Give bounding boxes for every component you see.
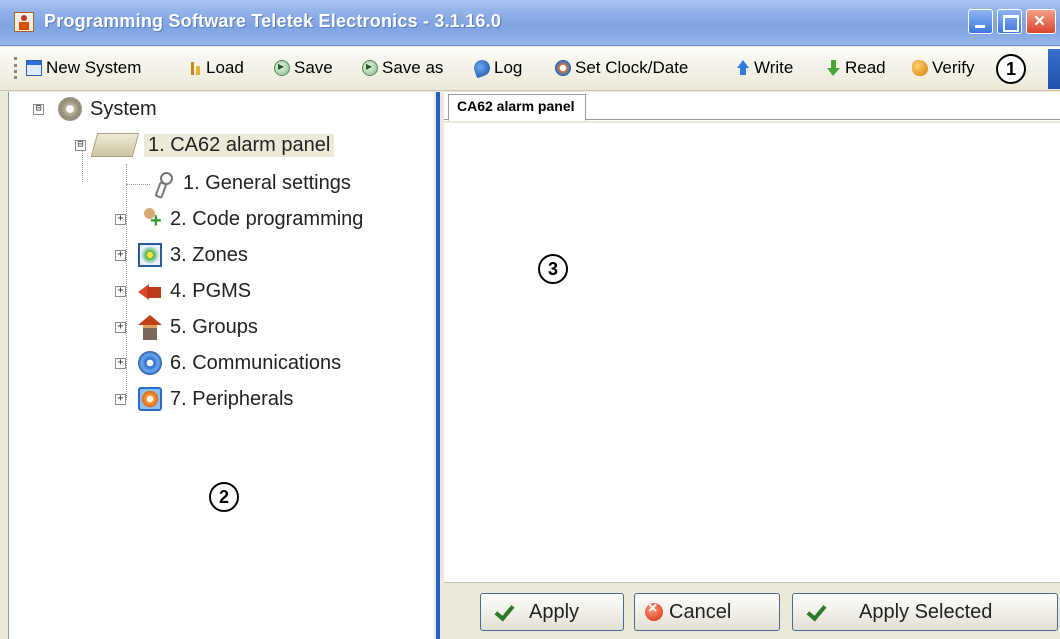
peripherals-icon <box>138 387 162 411</box>
key-icon <box>151 171 175 195</box>
collapse-toggle[interactable]: ⊟ <box>33 103 44 115</box>
content-panel: CA62 alarm panel 3 <box>444 92 1060 582</box>
log-button[interactable]: Log <box>471 57 523 79</box>
app-logo-icon <box>14 12 34 32</box>
verify-icon <box>912 60 928 76</box>
app-window: Programming Software Teletek Electronics… <box>0 0 1060 639</box>
tab-strip: CA62 alarm panel <box>444 92 1060 121</box>
read-arrow-down-icon <box>825 60 841 76</box>
read-button[interactable]: Read <box>825 57 886 79</box>
expand-toggle[interactable]: + <box>115 249 126 261</box>
cancel-button[interactable]: Cancel <box>634 593 780 631</box>
tree-item-pgms[interactable]: + 4. PGMS <box>115 276 251 306</box>
save-as-label: Save as <box>382 58 444 77</box>
tree-item-label: 5. Groups <box>170 315 258 338</box>
expand-toggle[interactable]: + <box>115 213 126 225</box>
toolbar-overflow-chevron-icon[interactable] <box>1048 49 1060 89</box>
zones-icon <box>138 243 162 267</box>
maximize-button[interactable] <box>997 9 1022 34</box>
write-arrow-up-icon <box>734 60 750 76</box>
tree-item-code-programming[interactable]: + 2. Code programming <box>115 204 363 234</box>
verify-button[interactable]: Verify <box>912 57 975 79</box>
expand-toggle[interactable]: + <box>115 357 126 369</box>
tree-item-ca62-alarm-panel[interactable]: ⊟ 1. CA62 alarm panel <box>75 130 335 160</box>
save-icon <box>274 59 290 76</box>
callout-marker-tree: 2 <box>209 482 239 512</box>
cancel-label: Cancel <box>669 600 732 623</box>
action-button-bar: Apply Cancel Apply Selected <box>444 582 1060 639</box>
callout-marker-content: 3 <box>538 254 568 284</box>
new-system-button[interactable]: New System <box>26 57 141 79</box>
navigation-tree: ⊟ System ⊟ 1. CA62 alarm panel 1. Genera… <box>8 92 434 639</box>
gear-icon <box>58 97 82 121</box>
load-icon <box>190 60 202 76</box>
apply-button[interactable]: Apply <box>480 593 624 631</box>
main-toolbar: New System Load Save Save as Log Set Clo… <box>0 47 1060 91</box>
write-button[interactable]: Write <box>734 57 793 79</box>
expand-toggle[interactable]: + <box>115 285 126 297</box>
read-label: Read <box>845 58 886 77</box>
save-as-icon <box>362 59 378 76</box>
tree-guide-line <box>126 184 150 185</box>
close-button[interactable]: × <box>1026 9 1056 34</box>
minimize-button[interactable] <box>968 9 993 34</box>
tree-item-zones[interactable]: + 3. Zones <box>115 240 248 270</box>
apply-selected-button[interactable]: Apply Selected <box>792 593 1058 631</box>
apply-label: Apply <box>529 600 580 623</box>
save-button[interactable]: Save <box>274 57 333 79</box>
set-clock-date-label: Set Clock/Date <box>575 58 689 77</box>
expand-toggle[interactable]: + <box>115 321 126 333</box>
user-add-icon <box>138 207 162 231</box>
window-title: Programming Software Teletek Electronics… <box>44 11 502 31</box>
callout-marker-toolbar: 1 <box>996 54 1026 84</box>
toolbar-grip[interactable] <box>14 57 17 79</box>
tab-ca62-alarm-panel[interactable]: CA62 alarm panel <box>448 94 586 121</box>
title-bar[interactable]: Programming Software Teletek Electronics… <box>0 0 1060 46</box>
save-label: Save <box>294 58 333 77</box>
checkmark-icon <box>493 602 515 622</box>
tree-item-label: 3. Zones <box>170 243 248 266</box>
tree-item-label: 1. CA62 alarm panel <box>144 133 335 157</box>
checkmark-icon <box>805 602 827 622</box>
tree-item-label: 4. PGMS <box>170 279 252 302</box>
tree-item-label: System <box>90 97 157 120</box>
load-label: Load <box>206 58 244 77</box>
set-clock-date-button[interactable]: Set Clock/Date <box>555 57 688 79</box>
house-icon <box>138 315 162 340</box>
apply-selected-label: Apply Selected <box>859 600 993 623</box>
collapse-toggle[interactable]: ⊟ <box>75 139 86 151</box>
tree-item-general-settings[interactable]: 1. General settings <box>151 168 351 198</box>
panel-splitter[interactable] <box>434 92 444 639</box>
tree-item-system[interactable]: ⊟ System <box>33 94 157 124</box>
communications-icon <box>138 351 162 375</box>
tree-item-label: 7. Peripherals <box>170 387 294 410</box>
alarm-panel-book-icon <box>90 133 140 157</box>
tree-item-label: 2. Code programming <box>170 207 364 230</box>
clock-icon <box>555 60 571 76</box>
new-system-label: New System <box>46 58 142 77</box>
tree-item-label: 1. General settings <box>183 171 351 194</box>
close-icon: × <box>1034 11 1046 32</box>
tree-item-communications[interactable]: + 6. Communications <box>115 348 341 378</box>
expand-toggle[interactable]: + <box>115 393 126 405</box>
log-label: Log <box>494 58 523 77</box>
new-system-icon <box>26 60 42 76</box>
pgms-output-icon <box>138 279 162 303</box>
tree-item-groups[interactable]: + 5. Groups <box>115 312 258 342</box>
write-label: Write <box>754 58 794 77</box>
verify-label: Verify <box>932 58 975 77</box>
save-as-button[interactable]: Save as <box>362 57 443 79</box>
log-icon <box>471 57 493 79</box>
tab-divider <box>444 121 1060 123</box>
load-button[interactable]: Load <box>190 57 244 79</box>
cancel-icon <box>645 600 663 621</box>
tree-item-peripherals[interactable]: + 7. Peripherals <box>115 384 293 414</box>
tree-item-label: 6. Communications <box>170 351 342 374</box>
